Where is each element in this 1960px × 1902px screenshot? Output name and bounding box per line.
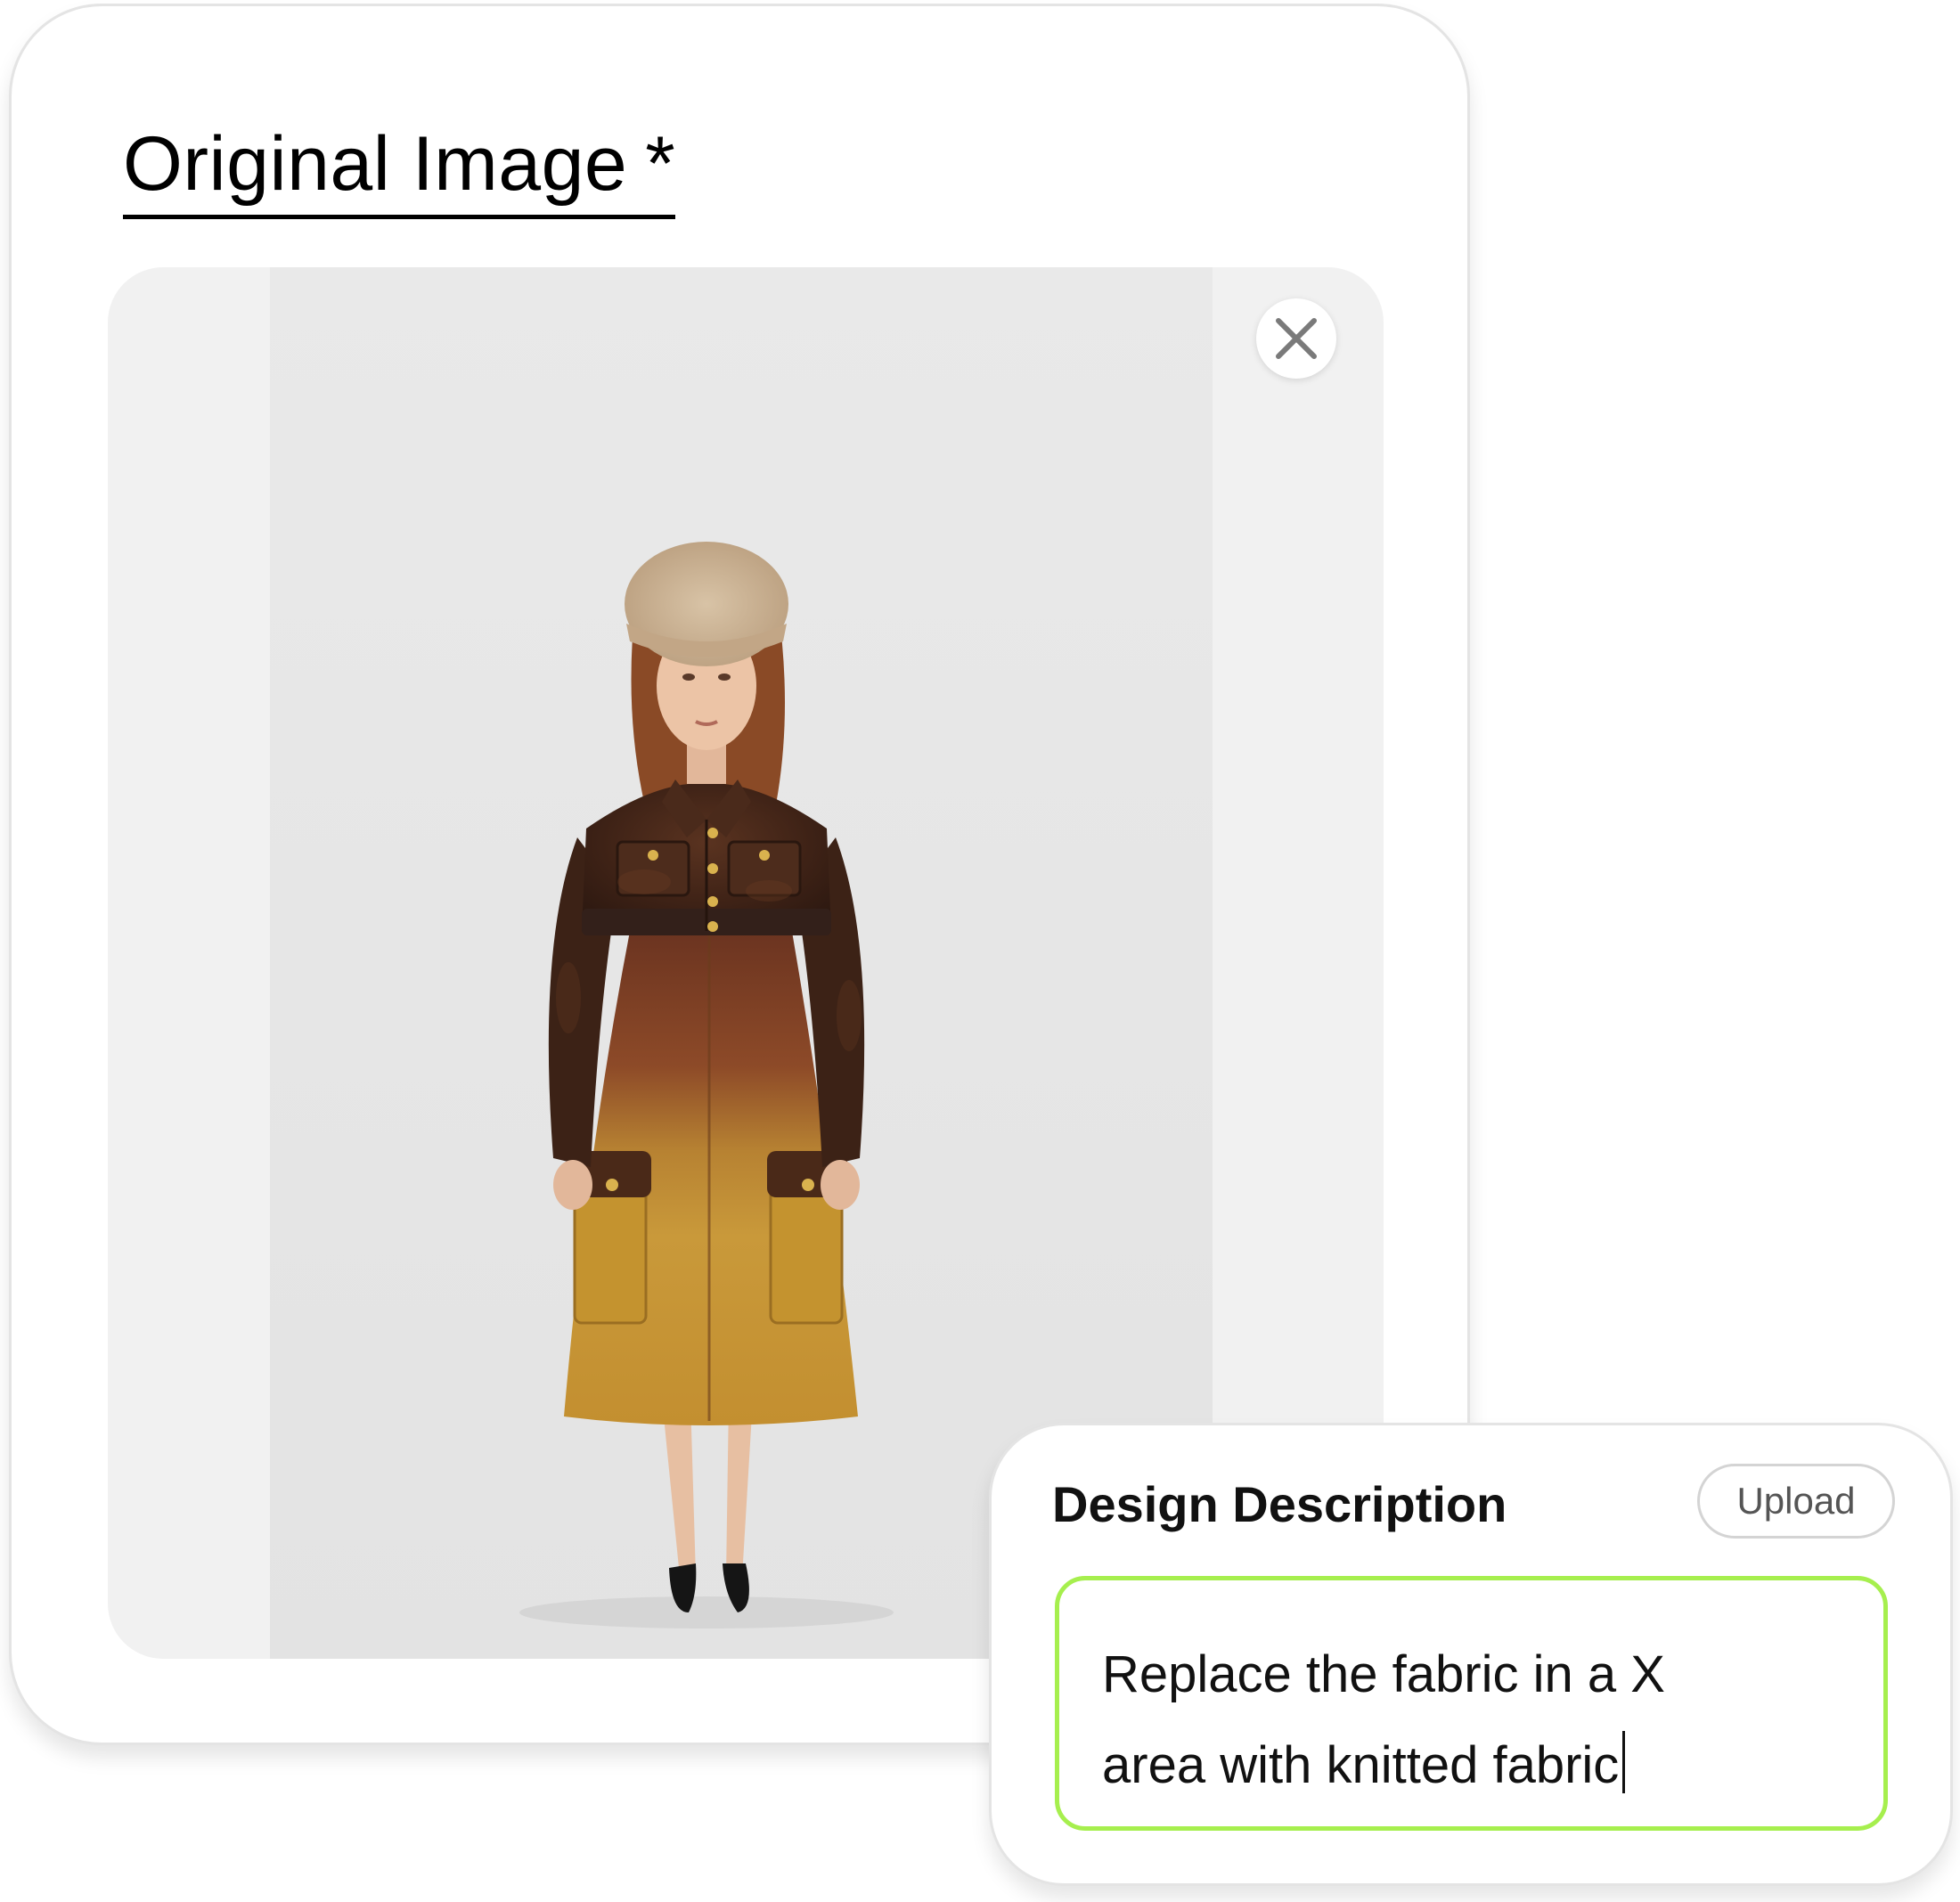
description-text-line-1: Replace the fabric in a X bbox=[1102, 1645, 1665, 1703]
stage: Original Image * Design Description Uplo… bbox=[0, 0, 1960, 1902]
text-caret bbox=[1622, 1731, 1626, 1793]
original-image-title-text: Original Image bbox=[123, 121, 628, 207]
design-description-card: Design Description Upload Replace the fa… bbox=[989, 1423, 1953, 1886]
description-text-line-2-wrapper: area with knitted fabric bbox=[1102, 1720, 1883, 1811]
required-marker: * bbox=[645, 121, 676, 207]
remove-image-button[interactable] bbox=[1256, 298, 1336, 379]
upload-button[interactable]: Upload bbox=[1697, 1464, 1895, 1539]
close-icon bbox=[1276, 318, 1317, 359]
design-description-input[interactable]: Replace the fabric in a X area with knit… bbox=[1055, 1576, 1888, 1831]
description-text-line-2: area with knitted fabric bbox=[1102, 1736, 1620, 1794]
design-description-heading: Design Description bbox=[1052, 1476, 1507, 1532]
original-image-title: Original Image * bbox=[123, 126, 676, 219]
